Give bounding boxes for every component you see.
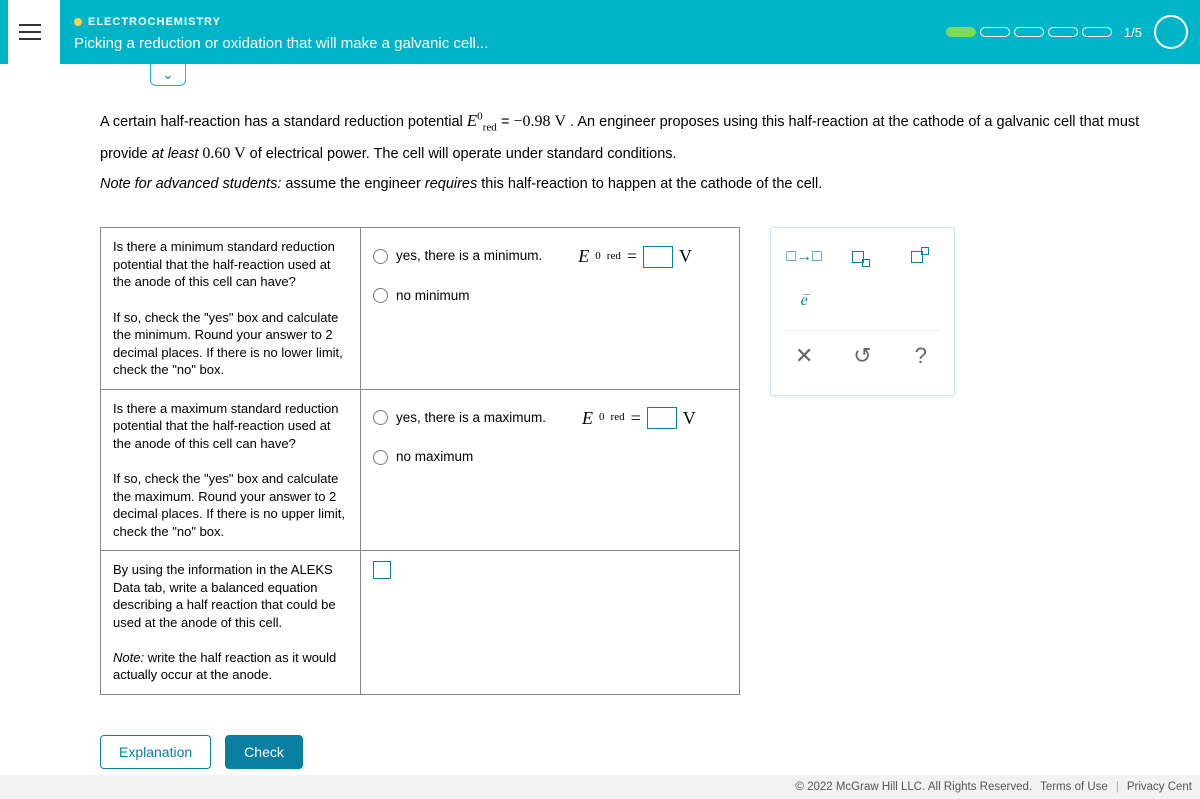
terms-link[interactable]: Terms of Use xyxy=(1040,781,1108,793)
answer-cell: yes, there is a minimum. E0red = V no mi… xyxy=(361,228,740,389)
no-maximum-radio[interactable] xyxy=(373,450,388,465)
hamburger-icon xyxy=(8,10,52,54)
ered-expression: E0red = V xyxy=(578,244,692,268)
content-area: ⌄ A certain half-reaction has a standard… xyxy=(0,64,1200,775)
note-label: Note for advanced students: xyxy=(100,176,281,192)
maximum-value-input[interactable] xyxy=(647,407,677,429)
menu-button[interactable] xyxy=(8,0,60,64)
action-bar: Explanation Check xyxy=(100,735,303,769)
progress-track xyxy=(946,27,1112,37)
next-button[interactable] xyxy=(1154,15,1188,49)
option-row: no maximum xyxy=(373,448,727,466)
subscript-tool[interactable] xyxy=(844,242,880,272)
yes-maximum-radio[interactable] xyxy=(373,410,388,425)
option-label: no maximum xyxy=(396,448,473,466)
prompt-text: of electrical power. The cell will opera… xyxy=(250,146,677,162)
arrow-tool[interactable]: □→□ xyxy=(786,242,822,272)
question-cell: Is there a minimum standard reduction po… xyxy=(101,228,361,389)
question-prompt: A certain half-reaction has a standard r… xyxy=(100,104,1186,199)
question-cell: By using the information in the ALEKS Da… xyxy=(101,551,361,695)
table-row: Is there a minimum standard reduction po… xyxy=(101,228,740,389)
progress-text: 1/5 xyxy=(1124,25,1142,40)
help-icon: ? xyxy=(915,343,927,369)
emph: requires xyxy=(425,176,477,192)
question-text: Note: write the half reaction as it woul… xyxy=(113,649,348,684)
expand-tab[interactable]: ⌄ xyxy=(150,64,186,86)
topic-chip: ELECTROCHEMISTRY xyxy=(74,16,221,28)
prompt-text: this half-reaction to happen at the cath… xyxy=(481,176,822,192)
minimum-value-input[interactable] xyxy=(643,246,673,268)
progress-seg xyxy=(946,27,976,37)
reset-icon: ↺ xyxy=(853,343,871,369)
question-table: Is there a minimum standard reduction po… xyxy=(100,227,740,695)
lesson-block: ELECTROCHEMISTRY Picking a reduction or … xyxy=(74,13,946,52)
option-label: no minimum xyxy=(396,287,470,305)
app-header: ELECTROCHEMISTRY Picking a reduction or … xyxy=(0,0,1200,64)
ered-expression: E0red = V xyxy=(582,406,696,430)
question-text: Is there a minimum standard reduction po… xyxy=(113,238,348,291)
help-button[interactable]: ? xyxy=(903,341,939,371)
ered-symbol: E0red xyxy=(467,111,501,130)
lesson-title: Picking a reduction or oxidation that wi… xyxy=(74,35,946,52)
table-row: Is there a maximum standard reduction po… xyxy=(101,389,740,550)
progress-seg xyxy=(980,27,1010,37)
electron-tool[interactable]: e xyxy=(786,286,822,316)
footer: © 2022 McGraw Hill LLC. All Rights Reser… xyxy=(0,775,1200,799)
reset-button[interactable]: ↺ xyxy=(844,341,880,371)
clear-button[interactable]: ✕ xyxy=(786,341,822,371)
progress-block: 1/5 xyxy=(946,15,1188,49)
potential-unit: V xyxy=(555,113,567,130)
emph: at least xyxy=(152,146,199,162)
option-label: yes, there is a minimum. xyxy=(396,247,542,265)
option-row: no minimum xyxy=(373,287,727,305)
check-button[interactable]: Check xyxy=(225,735,303,769)
answer-cell: yes, there is a maximum. E0red = V no ma… xyxy=(361,389,740,550)
table-row: By using the information in the ALEKS Da… xyxy=(101,551,740,695)
no-minimum-radio[interactable] xyxy=(373,288,388,303)
explanation-button[interactable]: Explanation xyxy=(100,735,211,769)
prompt-text: A certain half-reaction has a standard r… xyxy=(100,114,467,130)
option-row: yes, there is a maximum. E0red = V xyxy=(373,406,727,430)
option-label: yes, there is a maximum. xyxy=(396,409,546,427)
question-cell: Is there a maximum standard reduction po… xyxy=(101,389,361,550)
answer-cell xyxy=(361,551,740,695)
question-text: By using the information in the ALEKS Da… xyxy=(113,561,348,631)
privacy-link[interactable]: Privacy Cent xyxy=(1127,781,1192,793)
equals: = xyxy=(501,114,514,130)
potential-value: −0.98 xyxy=(513,113,550,130)
question-text: If so, check the "yes" box and calculate… xyxy=(113,470,348,540)
topic-label: ELECTROCHEMISTRY xyxy=(88,16,221,28)
work-area: Is there a minimum standard reduction po… xyxy=(100,227,1186,695)
option-row: yes, there is a minimum. E0red = V xyxy=(373,244,727,268)
chevron-down-icon: ⌄ xyxy=(163,67,174,83)
question-text: If so, check the "yes" box and calculate… xyxy=(113,309,348,379)
unit-label: V xyxy=(679,244,692,268)
superscript-tool[interactable] xyxy=(903,242,939,272)
progress-seg xyxy=(1082,27,1112,37)
progress-seg xyxy=(1014,27,1044,37)
progress-seg xyxy=(1048,27,1078,37)
unit-label: V xyxy=(683,406,696,430)
prompt-text: assume the engineer xyxy=(285,176,424,192)
topic-dot-icon xyxy=(74,18,82,26)
close-icon: ✕ xyxy=(795,343,813,369)
power-value: 0.60 V xyxy=(202,145,245,162)
equation-input[interactable] xyxy=(373,561,391,579)
yes-minimum-radio[interactable] xyxy=(373,249,388,264)
question-text: Is there a maximum standard reduction po… xyxy=(113,400,348,453)
symbol-palette: □→□ e ✕ ↺ ? xyxy=(770,227,955,396)
copyright-text: © 2022 McGraw Hill LLC. All Rights Reser… xyxy=(795,781,1032,793)
